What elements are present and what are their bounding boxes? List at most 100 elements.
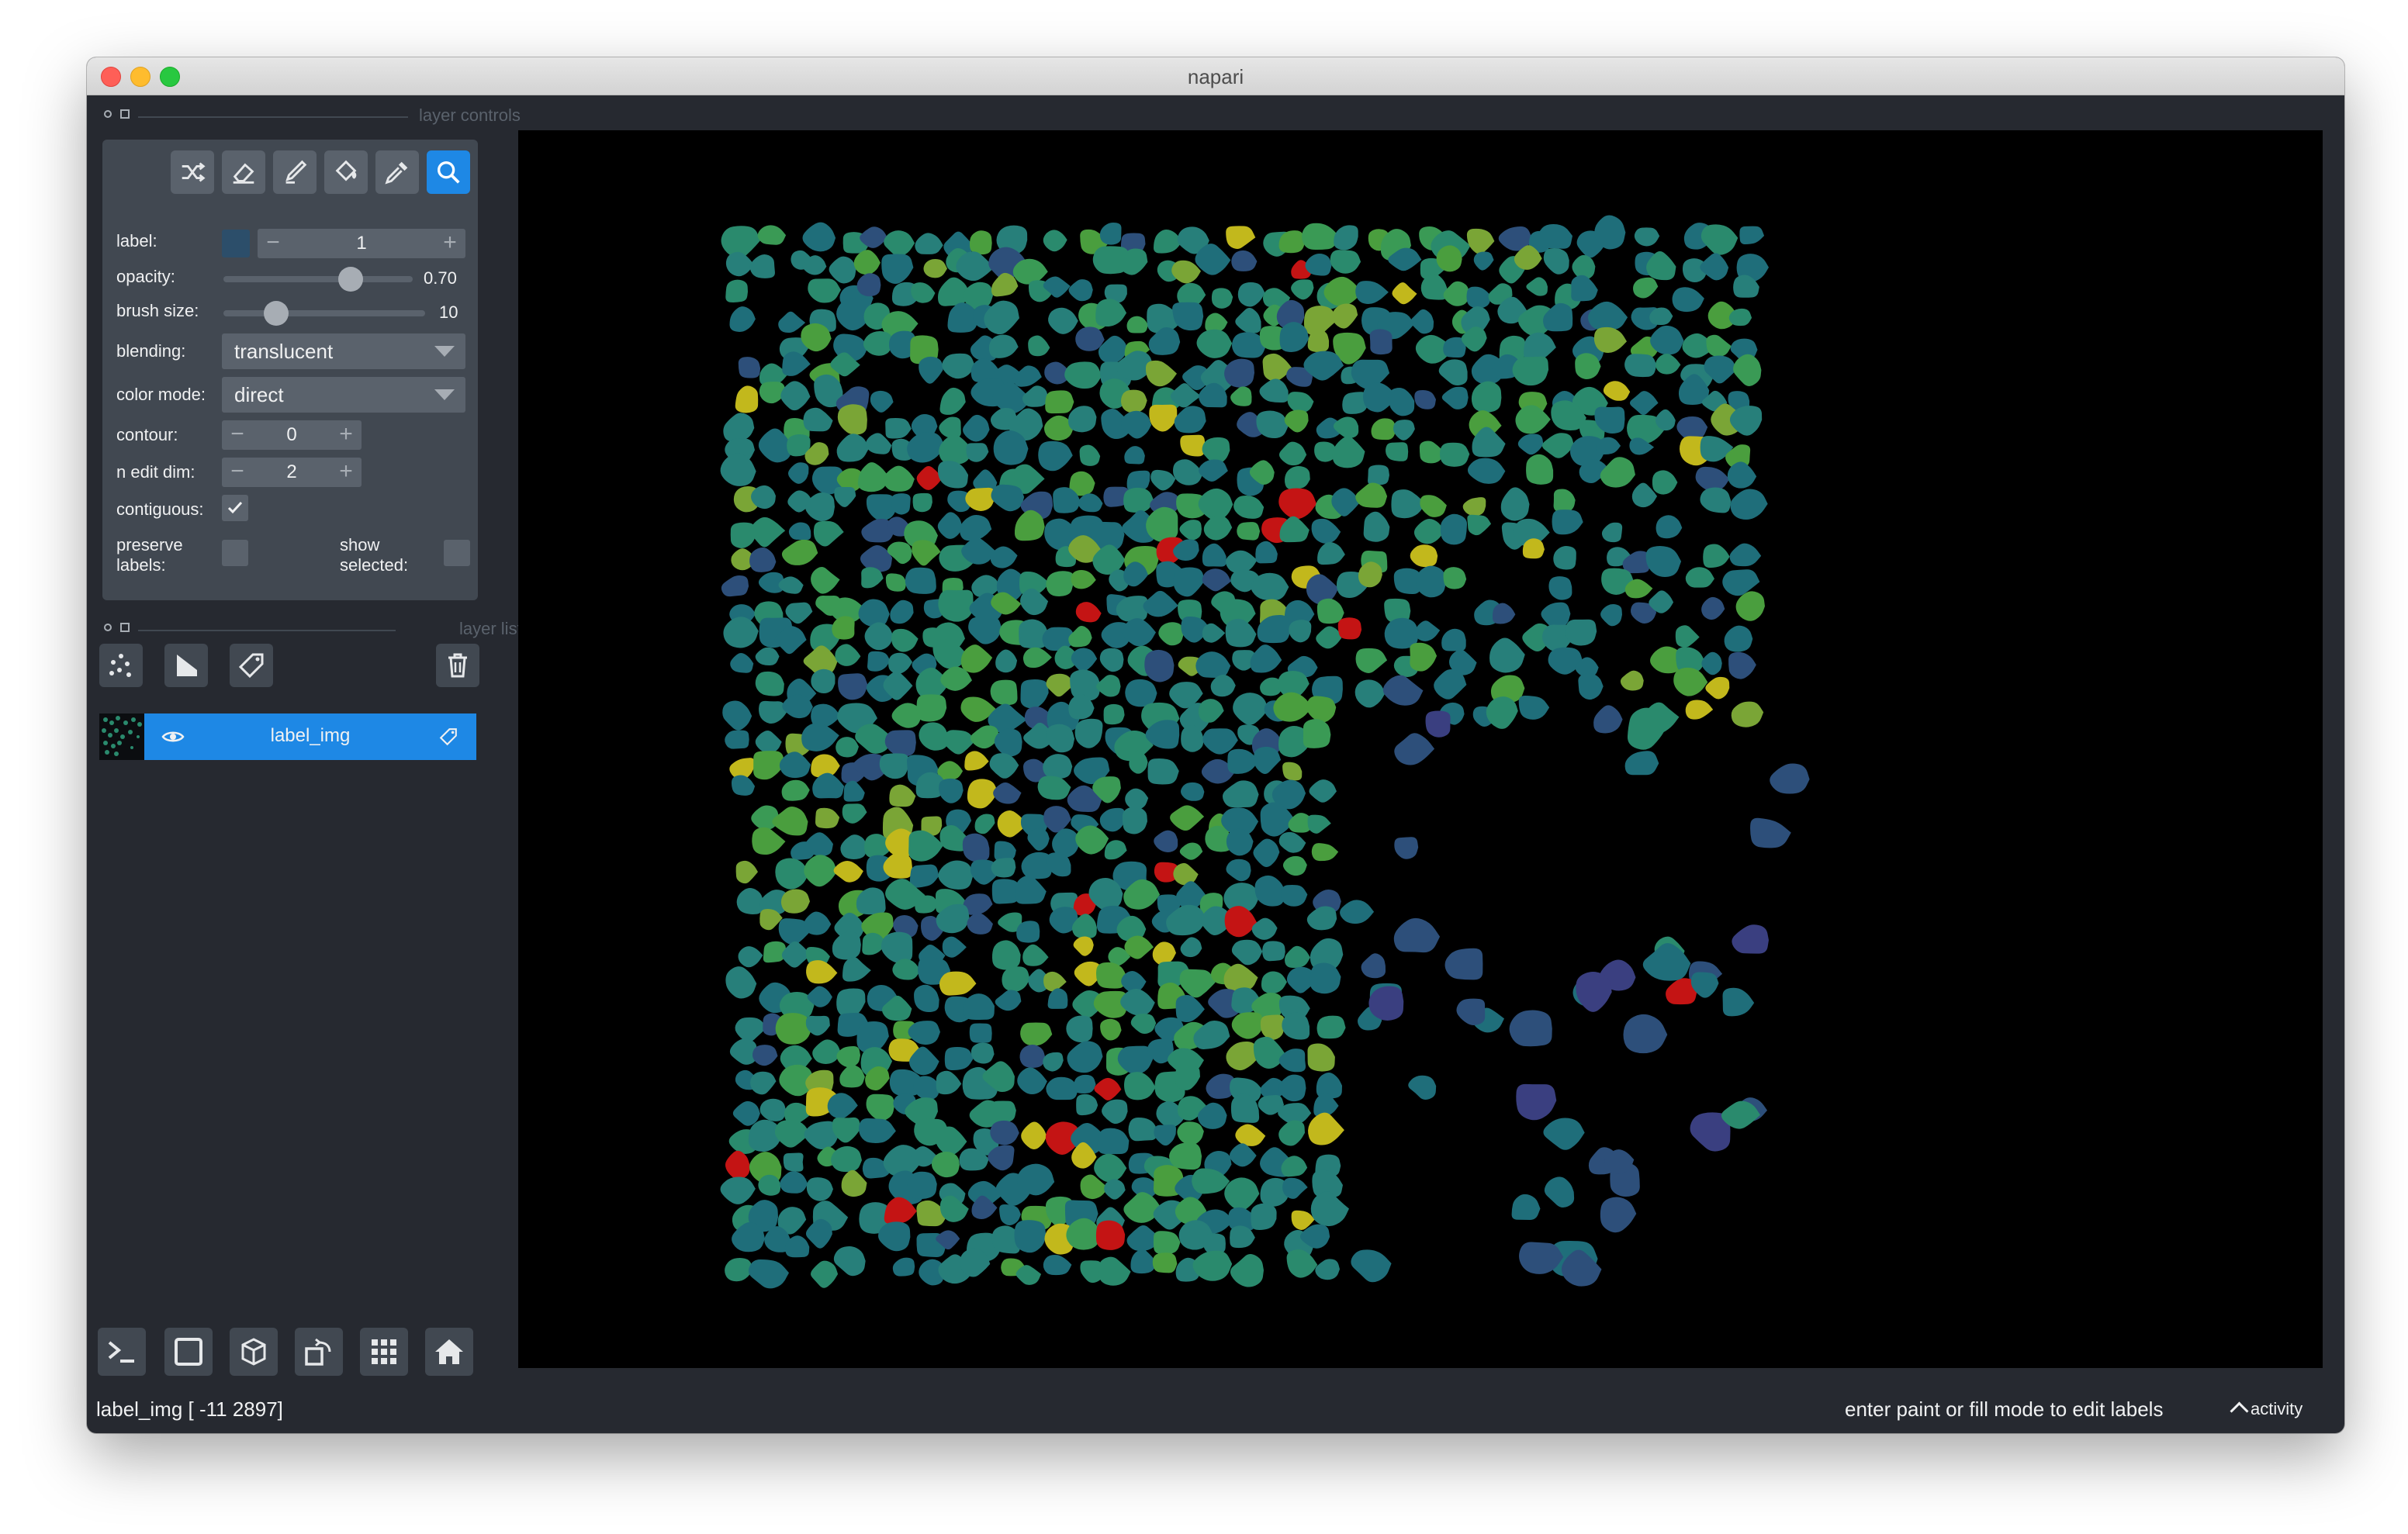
- fill-button[interactable]: [324, 150, 368, 194]
- cell-label: [1526, 277, 1548, 296]
- activity-button[interactable]: activity: [2230, 1399, 2303, 1421]
- cell-label: [963, 414, 990, 442]
- show-selected-checkbox[interactable]: [444, 540, 470, 566]
- cell-label: [1645, 546, 1682, 577]
- cell-label: [1099, 807, 1125, 832]
- label-spinbox[interactable]: − 1 +: [258, 229, 465, 258]
- cell-label: [1173, 459, 1203, 485]
- cell-label: [1022, 647, 1052, 669]
- new-shapes-layer-button[interactable]: [164, 644, 208, 687]
- label-row-label: label:: [116, 231, 157, 250]
- cell-label: [884, 730, 916, 757]
- cell-label: [1363, 511, 1390, 542]
- ndisplay-button[interactable]: [164, 1328, 213, 1376]
- cell-label: [1511, 1194, 1541, 1221]
- label-image: [720, 215, 1810, 1289]
- cell-label: [912, 540, 941, 566]
- cell-label: [836, 737, 859, 758]
- cell-label: [804, 911, 832, 935]
- 3d-view-button[interactable]: [230, 1328, 278, 1376]
- cell-label: [1179, 842, 1203, 860]
- cell-label: [1233, 496, 1265, 519]
- cell-label: [993, 782, 1022, 804]
- cell-label: [1443, 281, 1470, 306]
- cell-label: [995, 649, 1018, 673]
- shuffle-colors-button[interactable]: [171, 150, 214, 194]
- home-button[interactable]: [425, 1328, 473, 1376]
- cell-label: [1260, 1014, 1285, 1040]
- blending-dropdown[interactable]: translucent: [222, 333, 465, 369]
- cell-label: [990, 1120, 1019, 1145]
- layer-item[interactable]: label_img: [144, 713, 476, 760]
- cell-label: [1100, 1018, 1122, 1041]
- cell-label: [1043, 971, 1067, 992]
- cell-label: [1410, 642, 1438, 672]
- color-mode-dropdown[interactable]: direct: [222, 377, 465, 413]
- grid-view-button[interactable]: [360, 1328, 408, 1376]
- roll-dimensions-button[interactable]: [295, 1328, 343, 1376]
- brush-size-slider[interactable]: [223, 310, 425, 316]
- cell-label: [883, 852, 912, 879]
- paint-button[interactable]: [273, 150, 317, 194]
- cell-label: [1706, 334, 1732, 358]
- viewer-canvas[interactable]: [518, 130, 2323, 1368]
- pick-button[interactable]: [375, 150, 419, 194]
- cell-label: [1130, 1014, 1157, 1035]
- cell-label: [1229, 1143, 1257, 1167]
- cell-label: [812, 1039, 841, 1065]
- cell-label: [1173, 567, 1205, 597]
- cell-label: [991, 858, 1016, 878]
- cell-label: [735, 860, 758, 884]
- n-edit-dim-spinbox[interactable]: − 2 +: [222, 458, 362, 487]
- cell-label: [1027, 828, 1050, 851]
- cell-label: [1302, 223, 1340, 250]
- n-edit-dim-increment[interactable]: +: [334, 459, 358, 484]
- float-icon[interactable]: [102, 109, 113, 119]
- cell-label: [1211, 288, 1233, 309]
- float-icon[interactable]: [102, 622, 113, 633]
- cell-label: [725, 1257, 753, 1282]
- preserve-labels-checkbox[interactable]: [222, 540, 248, 566]
- cell-label: [1284, 465, 1310, 490]
- cell-label: [780, 889, 810, 914]
- console-button[interactable]: [98, 1328, 146, 1376]
- contour-increment[interactable]: +: [334, 422, 358, 447]
- activity-label: activity: [2251, 1399, 2303, 1418]
- cell-label: [907, 431, 945, 463]
- cell-label: [749, 548, 777, 572]
- delete-layer-button[interactable]: [436, 644, 479, 687]
- brush-size-slider-handle[interactable]: [264, 301, 289, 326]
- cell-label: [1652, 470, 1678, 495]
- cell-label: [729, 1038, 757, 1065]
- brush-size-value: 10: [439, 302, 458, 322]
- cell-label: [1701, 596, 1725, 620]
- pan-zoom-button[interactable]: [427, 150, 470, 194]
- cell-label: [1068, 279, 1093, 302]
- close-dock-icon[interactable]: [119, 109, 130, 119]
- cell-label: [1152, 1252, 1178, 1273]
- cell-label: [1130, 1249, 1157, 1274]
- cell-label: [1316, 626, 1342, 649]
- cell-label: [1226, 859, 1251, 882]
- close-dock-icon[interactable]: [119, 622, 130, 633]
- cell-label: [1601, 522, 1623, 543]
- label-increment[interactable]: +: [438, 230, 462, 255]
- cell-label: [1202, 543, 1226, 567]
- contiguous-checkbox[interactable]: [222, 495, 248, 521]
- cell-label: [1518, 695, 1550, 720]
- opacity-slider[interactable]: [223, 276, 413, 282]
- contour-spinbox[interactable]: − 0 +: [222, 420, 362, 450]
- erase-button[interactable]: [222, 150, 265, 194]
- cell-label: [1282, 855, 1307, 876]
- cell-label: [1071, 570, 1096, 589]
- new-points-layer-button[interactable]: [99, 644, 143, 687]
- opacity-slider-handle[interactable]: [338, 267, 363, 292]
- cell-label: [939, 416, 961, 438]
- chevron-down-icon: [434, 346, 455, 357]
- cell-label: [780, 381, 811, 411]
- cell-label: [864, 622, 894, 651]
- cell-label: [1289, 620, 1312, 643]
- cell-label: [881, 254, 914, 285]
- layer-row-label-img[interactable]: label_img: [99, 713, 476, 760]
- new-labels-layer-button[interactable]: [230, 644, 273, 687]
